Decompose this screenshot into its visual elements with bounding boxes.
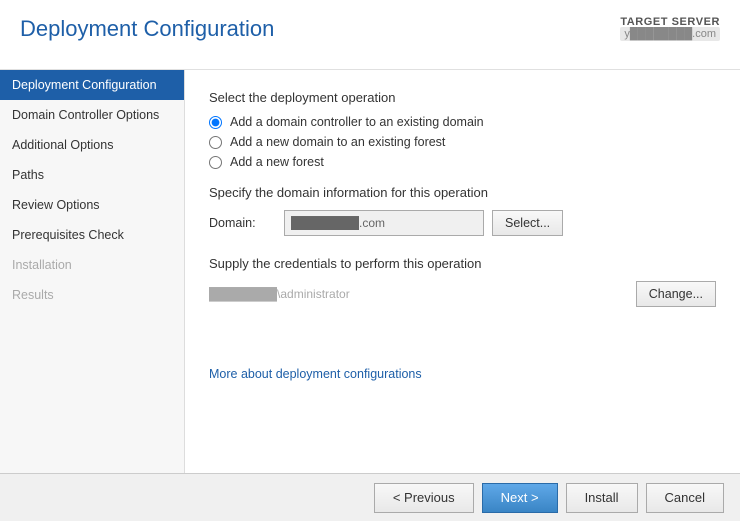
domain-input[interactable] bbox=[284, 210, 484, 236]
domain-info-label: Specify the domain information for this … bbox=[209, 185, 716, 200]
radio-label-0: Add a domain controller to an existing d… bbox=[230, 115, 484, 129]
install-button[interactable]: Install bbox=[566, 483, 638, 513]
server-name: y████████.com bbox=[620, 27, 720, 41]
next-button[interactable]: Next > bbox=[482, 483, 558, 513]
radio-option-0[interactable]: Add a domain controller to an existing d… bbox=[209, 115, 716, 129]
header: Deployment Configuration TARGET SERVER y… bbox=[0, 0, 740, 70]
sidebar-item[interactable]: Paths bbox=[0, 160, 184, 190]
credentials-row: ████████\administrator Change... bbox=[209, 281, 716, 307]
body: Deployment ConfigurationDomain Controlle… bbox=[0, 70, 740, 473]
domain-label: Domain: bbox=[209, 216, 284, 230]
credentials-section: Supply the credentials to perform this o… bbox=[209, 256, 716, 307]
deployment-operation-label: Select the deployment operation bbox=[209, 90, 716, 105]
sidebar-item[interactable]: Prerequisites Check bbox=[0, 220, 184, 250]
more-about-link[interactable]: More about deployment configurations bbox=[209, 367, 422, 381]
radio-input-2[interactable] bbox=[209, 156, 222, 169]
domain-section: Specify the domain information for this … bbox=[209, 185, 716, 236]
sidebar-item[interactable]: Additional Options bbox=[0, 130, 184, 160]
credentials-label: Supply the credentials to perform this o… bbox=[209, 256, 716, 271]
window: Deployment Configuration TARGET SERVER y… bbox=[0, 0, 740, 521]
previous-button[interactable]: < Previous bbox=[374, 483, 474, 513]
sidebar: Deployment ConfigurationDomain Controlle… bbox=[0, 70, 185, 473]
sidebar-item[interactable]: Domain Controller Options bbox=[0, 100, 184, 130]
page-title: Deployment Configuration bbox=[20, 16, 274, 42]
radio-input-0[interactable] bbox=[209, 116, 222, 129]
radio-group: Add a domain controller to an existing d… bbox=[209, 115, 716, 169]
server-info: TARGET SERVER y████████.com bbox=[620, 16, 720, 40]
sidebar-item[interactable]: Deployment Configuration bbox=[0, 70, 184, 100]
main-content: Select the deployment operation Add a do… bbox=[185, 70, 740, 473]
domain-row: Domain: Select... bbox=[209, 210, 716, 236]
credentials-value: ████████\administrator bbox=[209, 287, 628, 301]
radio-input-1[interactable] bbox=[209, 136, 222, 149]
sidebar-item[interactable]: Review Options bbox=[0, 190, 184, 220]
radio-option-2[interactable]: Add a new forest bbox=[209, 155, 716, 169]
radio-label-2: Add a new forest bbox=[230, 155, 324, 169]
select-button[interactable]: Select... bbox=[492, 210, 563, 236]
radio-label-1: Add a new domain to an existing forest bbox=[230, 135, 445, 149]
change-button[interactable]: Change... bbox=[636, 281, 716, 307]
radio-option-1[interactable]: Add a new domain to an existing forest bbox=[209, 135, 716, 149]
footer: < Previous Next > Install Cancel bbox=[0, 473, 740, 521]
sidebar-item: Installation bbox=[0, 250, 184, 280]
sidebar-item: Results bbox=[0, 280, 184, 310]
cancel-button[interactable]: Cancel bbox=[646, 483, 724, 513]
